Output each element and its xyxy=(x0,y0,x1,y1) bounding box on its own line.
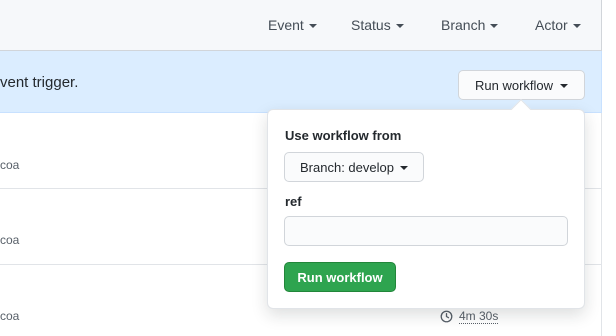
clock-icon xyxy=(440,310,453,323)
actor-filter[interactable]: Actor xyxy=(535,17,581,33)
branch-select-button[interactable]: Branch: develop xyxy=(284,152,424,182)
row-meta-text: coa xyxy=(0,158,20,172)
actor-filter-label: Actor xyxy=(535,17,568,33)
status-filter[interactable]: Status xyxy=(351,17,404,33)
event-filter-label: Event xyxy=(268,17,304,33)
filter-bar: Event Status Branch Actor xyxy=(0,0,602,51)
run-workflow-dropdown-button[interactable]: Run workflow xyxy=(458,70,585,100)
branch-filter[interactable]: Branch xyxy=(441,17,499,33)
caret-down-icon xyxy=(490,24,499,28)
use-workflow-from-label: Use workflow from xyxy=(285,128,402,143)
caret-down-icon xyxy=(308,24,317,28)
ref-input[interactable] xyxy=(284,216,568,246)
status-filter-label: Status xyxy=(351,17,391,33)
banner-text: vent trigger. xyxy=(0,74,79,91)
caret-down-icon xyxy=(572,24,581,28)
branch-filter-label: Branch xyxy=(441,17,486,33)
row-meta-text: coa xyxy=(0,309,20,323)
caret-down-icon xyxy=(560,84,569,88)
run-duration: 4m 30s xyxy=(440,309,499,324)
caret-down-icon xyxy=(399,166,408,170)
row-meta-text: coa xyxy=(0,233,20,247)
event-filter[interactable]: Event xyxy=(268,17,317,33)
run-workflow-submit-button[interactable]: Run workflow xyxy=(284,262,396,292)
run-workflow-submit-label: Run workflow xyxy=(297,269,383,285)
branch-select-label: Branch: develop xyxy=(300,159,394,175)
duration-value: 4m 30s xyxy=(459,309,499,324)
ref-label: ref xyxy=(285,194,302,209)
caret-down-icon xyxy=(395,24,404,28)
run-workflow-label: Run workflow xyxy=(474,77,554,93)
